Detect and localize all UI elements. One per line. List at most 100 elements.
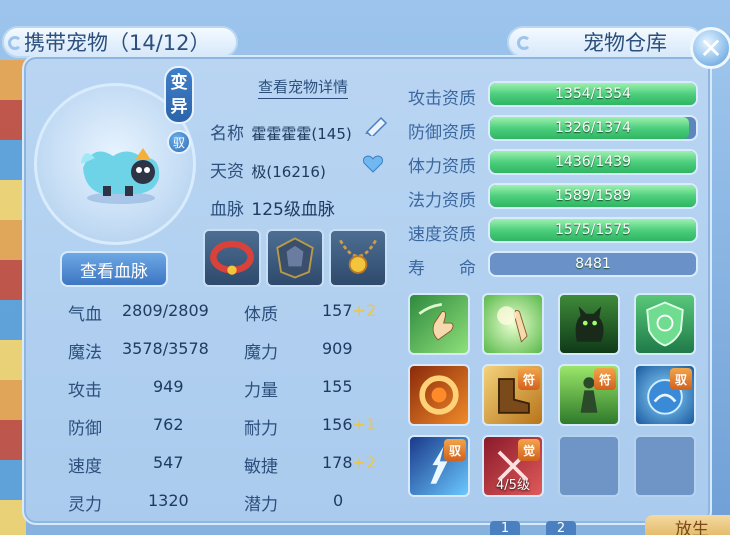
attr-label-magic: 魔力	[244, 343, 278, 363]
attr-label-potential: 潜力	[244, 495, 278, 515]
yu-badge: 驭	[167, 130, 191, 154]
bloodline-label: 血脉	[210, 200, 244, 220]
aptitude-text: 1436/1439	[555, 154, 631, 170]
attr-value-strength: 155	[322, 377, 353, 396]
aptitude-label-stamina: 体力资质	[408, 157, 476, 177]
page-tab-2[interactable]: 2	[546, 521, 576, 535]
armor-icon	[276, 237, 314, 279]
attr-value-agility: 178+2	[322, 453, 377, 472]
aptitude-bar-attack: 1354/1354	[488, 81, 698, 107]
attr-value-endurance: 156+1	[322, 415, 377, 434]
stat-label-speed: 速度	[68, 457, 102, 477]
skill-slot-empty-1[interactable]	[558, 435, 620, 497]
tame-mark: 驭	[670, 368, 692, 390]
aptitude-label-speed: 速度资质	[408, 225, 476, 245]
attr-bonus: +1	[352, 415, 377, 434]
stat-value-mp: 3578/3578	[122, 339, 209, 358]
pet-image	[81, 148, 160, 204]
equip-slot-armor[interactable]	[266, 229, 324, 287]
stat-value-attack: 949	[153, 377, 184, 396]
attr-label-strength: 力量	[244, 381, 278, 401]
equip-slot-collar[interactable]	[203, 229, 261, 287]
attr-label-agility: 敏捷	[244, 457, 278, 477]
skill-slot-8[interactable]: 驭	[634, 364, 696, 426]
attr-value-magic: 909	[322, 339, 353, 358]
aptitude-bar-stamina: 1436/1439	[488, 149, 698, 175]
skill-slot-1[interactable]	[408, 293, 470, 355]
variant-badge: 变异	[164, 66, 194, 124]
lifespan-bar: 8481	[488, 251, 698, 277]
swirl-icon	[517, 36, 531, 50]
tab-carry-pets[interactable]: 携带宠物（14/12）	[2, 26, 238, 58]
skill-level: 4/5级	[496, 478, 530, 493]
skill-slot-5[interactable]	[408, 364, 470, 426]
attr-label-constitution: 体质	[244, 305, 278, 325]
skill-slot-7[interactable]: 符	[558, 364, 620, 426]
skill-slot-2[interactable]	[482, 293, 544, 355]
talent-label: 天资	[210, 162, 244, 182]
skill-slot-9[interactable]: 驭	[408, 435, 470, 497]
talent-value: 极(16216)	[251, 163, 326, 181]
aptitude-label-mana: 法力资质	[408, 191, 476, 211]
stat-label-defense: 防御	[68, 419, 102, 439]
tab-carry-label: 携带宠物（14/12）	[24, 31, 211, 55]
name-value: 霍霍霍霍(145)	[251, 125, 352, 143]
stat-label-mp: 魔法	[68, 343, 102, 363]
skill-slot-4[interactable]	[634, 293, 696, 355]
skill-slot-3[interactable]	[558, 293, 620, 355]
page-tab-1[interactable]: 1	[490, 521, 520, 535]
collar-icon	[210, 240, 254, 275]
necklace-icon	[339, 239, 377, 274]
stat-label-spirit: 灵力	[68, 495, 102, 515]
skill-slot-empty-2[interactable]	[634, 435, 696, 497]
attr-bonus: +2	[352, 453, 377, 472]
name-row: 名称 霍霍霍霍(145)	[210, 119, 352, 144]
attr-label-endurance: 耐力	[244, 419, 278, 439]
aptitude-bar-defense: 1326/1374	[488, 115, 698, 141]
talisman-mark: 符	[594, 368, 616, 390]
stat-value-spirit: 1320	[148, 491, 189, 510]
fire-ring-icon	[419, 375, 459, 415]
aptitude-text: 1575/1575	[555, 222, 631, 238]
attr-value-constitution: 157+2	[322, 301, 377, 320]
palm-light-icon	[497, 306, 528, 343]
aptitude-label-defense: 防御资质	[408, 123, 476, 143]
aptitude-bar-speed: 1575/1575	[488, 217, 698, 243]
skill-slot-6[interactable]: 符	[482, 364, 544, 426]
aptitude-label-attack: 攻击资质	[408, 89, 476, 109]
equip-slot-necklace[interactable]	[329, 229, 387, 287]
aptitude-text: 1326/1374	[555, 120, 631, 136]
hand-gesture-icon	[418, 302, 454, 341]
view-bloodline-button[interactable]: 查看血脉	[60, 251, 168, 287]
talent-row: 天资 极(16216)	[210, 157, 326, 182]
tab-pet-warehouse[interactable]: 宠物仓库	[507, 26, 703, 58]
bloodline-value: 125级血脉	[251, 200, 335, 220]
pencil-icon[interactable]	[363, 116, 389, 136]
name-label: 名称	[210, 124, 244, 144]
aptitude-text: 1354/1354	[555, 86, 631, 102]
release-button[interactable]: 放生	[645, 515, 730, 535]
stat-value-hp: 2809/2809	[122, 301, 209, 320]
swirl-icon	[8, 36, 22, 50]
shadow-cat-icon	[575, 306, 604, 342]
view-pet-detail-link[interactable]: 查看宠物详情	[258, 76, 349, 99]
lifespan-value: 8481	[575, 256, 611, 272]
close-button[interactable]: ✕	[690, 27, 730, 69]
tab-warehouse-label: 宠物仓库	[583, 31, 667, 55]
background-edge	[712, 60, 730, 535]
lifespan-label: 寿 命	[408, 259, 476, 279]
close-icon: ✕	[699, 31, 723, 65]
attr-bonus: +2	[352, 301, 377, 320]
stat-label-attack: 攻击	[68, 381, 102, 401]
aptitude-bar-mana: 1589/1589	[488, 183, 698, 209]
stat-label-hp: 气血	[68, 305, 102, 325]
stat-value-defense: 762	[153, 415, 184, 434]
heart-icon[interactable]	[362, 154, 384, 174]
skill-slot-10[interactable]: 觉 4/5级	[482, 435, 544, 497]
tame-mark: 驭	[444, 439, 466, 461]
pet-window: 携带宠物（14/12） 宠物仓库 1 2 放生 ✕ 变异 驭 查看血脉 查看宠物…	[0, 0, 730, 535]
attr-value-potential: 0	[333, 491, 344, 510]
aptitude-text: 1589/1589	[555, 188, 631, 204]
stat-value-speed: 547	[153, 453, 184, 472]
bloodline-row: 血脉 125级血脉	[210, 195, 335, 220]
